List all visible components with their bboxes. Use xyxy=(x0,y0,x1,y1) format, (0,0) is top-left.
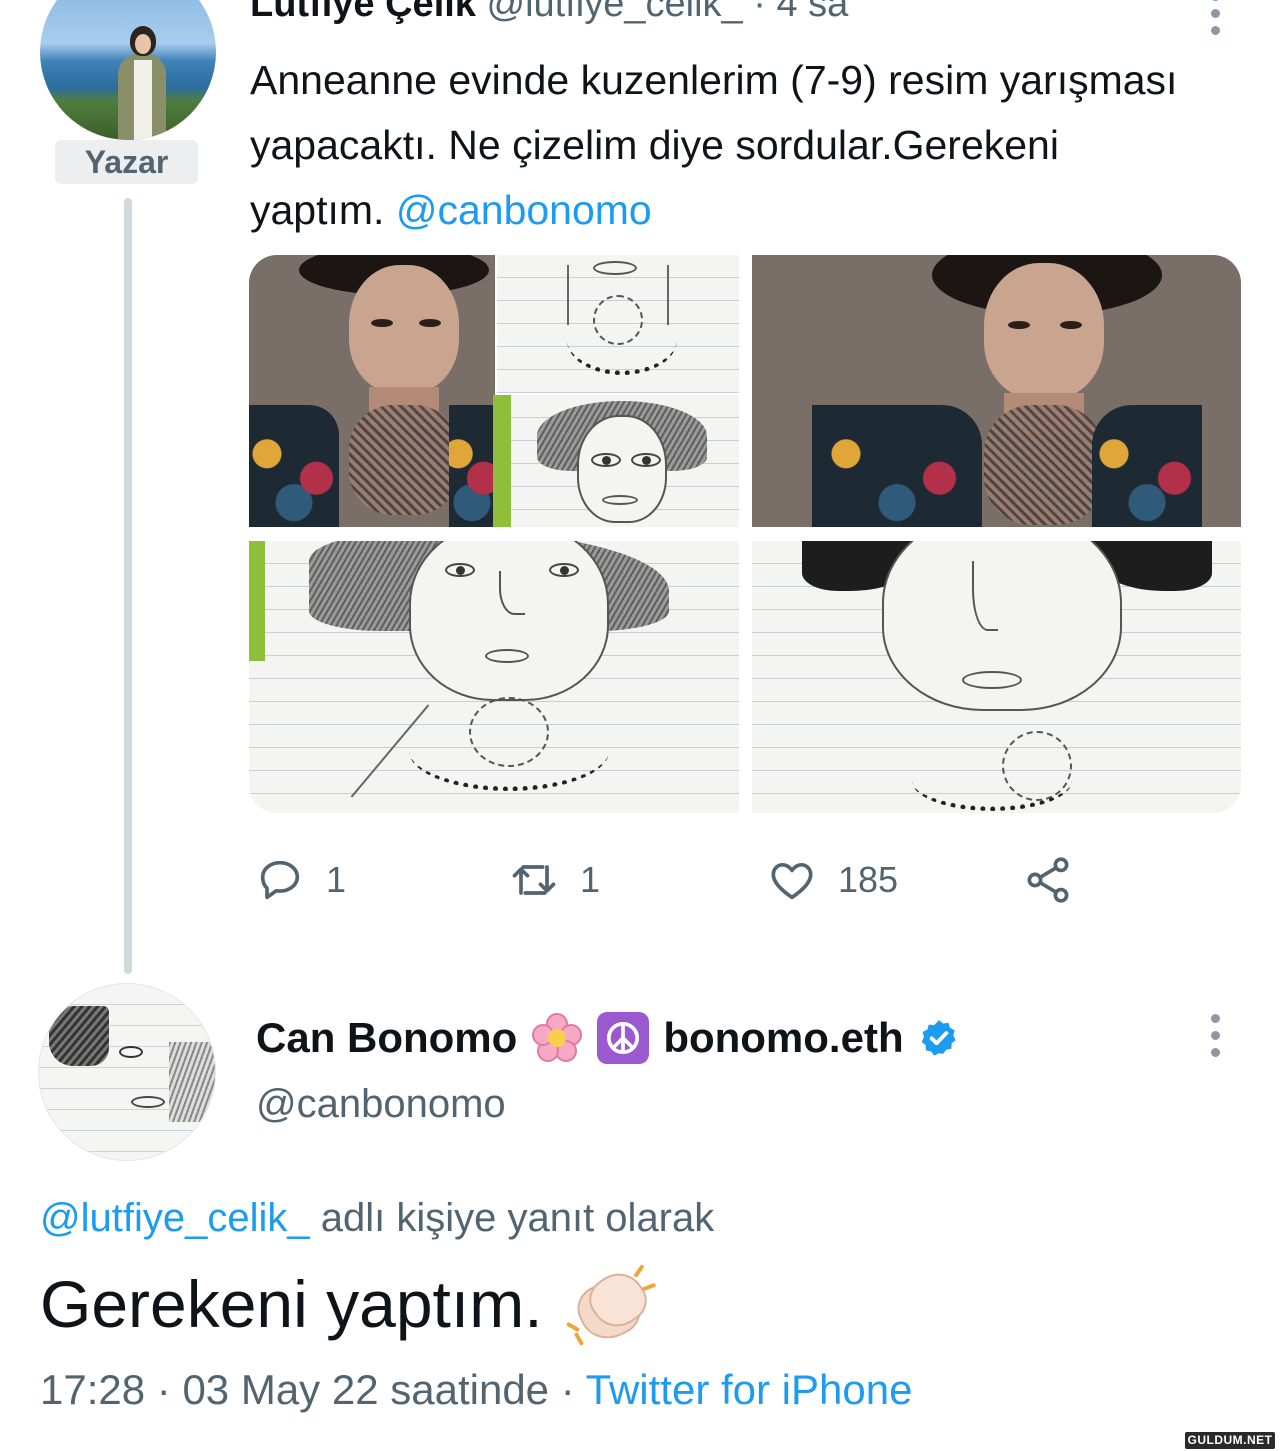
reply-count: 1 xyxy=(326,859,347,900)
like-button[interactable]: 185 xyxy=(766,850,898,910)
tweet-date[interactable]: 03 May 22 saatinde xyxy=(182,1366,549,1413)
reply-tweet-body: Gerekeni yaptım. xyxy=(40,1267,543,1341)
retweet-icon xyxy=(512,865,556,895)
tweet-text: Anneanne evinde kuzenlerim (7-9) resim y… xyxy=(250,48,1190,243)
meta-separator-1: · xyxy=(156,1366,171,1413)
sketch-top xyxy=(497,255,739,393)
tweet-meta: 17:28 · 03 May 22 saatinde · Twitter for… xyxy=(40,1366,912,1414)
like-count: 185 xyxy=(838,859,899,900)
retweet-button[interactable]: 1 xyxy=(508,850,600,910)
reply-tweet-text: Gerekeni yaptım. xyxy=(40,1263,656,1349)
media-image-4[interactable] xyxy=(752,541,1241,813)
site-watermark: GULDUM.NET xyxy=(1185,1432,1275,1449)
replying-to-label: adlı kişiye yanıt olarak xyxy=(320,1196,715,1240)
clapping-hands-icon xyxy=(565,1263,656,1349)
media-image-1[interactable] xyxy=(249,255,739,527)
peace-symbol-icon xyxy=(597,1012,650,1064)
tweet-timestamp[interactable]: 17:28 xyxy=(40,1366,145,1413)
more-options-button[interactable] xyxy=(1208,0,1222,42)
tweet-mention-link[interactable]: @canbonomo xyxy=(396,187,652,233)
author-name[interactable]: Lütfiye Çelik xyxy=(250,0,476,25)
author-avatar[interactable] xyxy=(40,0,216,140)
avatar-figure-shirt xyxy=(134,60,152,140)
verified-badge-icon xyxy=(921,1020,956,1056)
reply-author-handle[interactable]: @canbonomo xyxy=(256,1082,506,1127)
avatar-figure-face xyxy=(135,34,151,54)
reply-display-name: Can Bonomo xyxy=(256,1014,518,1061)
heart-icon xyxy=(771,862,813,900)
author-badge: Yazar xyxy=(55,140,198,184)
media-image-3[interactable] xyxy=(249,541,739,813)
tweet-time[interactable]: 4 sa xyxy=(776,0,848,25)
photo-portrait xyxy=(249,255,495,527)
meta-separator-2: · xyxy=(560,1366,575,1413)
cherry-blossom-icon xyxy=(531,1012,583,1064)
retweet-count: 1 xyxy=(580,859,601,900)
share-icon xyxy=(1027,857,1069,903)
reply-more-options-button[interactable] xyxy=(1208,1014,1222,1064)
share-button[interactable] xyxy=(1022,850,1074,910)
tweet-source-link[interactable]: Twitter for iPhone xyxy=(586,1366,913,1413)
reply-author-avatar[interactable] xyxy=(38,983,216,1161)
tweet-media-grid xyxy=(249,255,1241,813)
replying-to: @lutfiye_celik_ adlı kişiye yanıt olarak xyxy=(40,1196,714,1241)
tweet-action-bar: 1 1 185 xyxy=(0,850,1280,910)
media-image-2[interactable] xyxy=(752,255,1241,527)
tweet-header: Lütfiye Çelik @lutfiye_celik_ · 4 sa xyxy=(250,0,848,28)
more-vertical-icon xyxy=(1210,0,1220,1)
author-handle[interactable]: @lutfiye_celik_ xyxy=(487,0,743,25)
reply-author-name-row[interactable]: Can Bonomo bonomo.eth xyxy=(256,1008,960,1068)
reply-bubble-icon xyxy=(260,860,300,900)
header-separator: · xyxy=(753,0,766,25)
reply-button[interactable]: 1 xyxy=(254,850,346,910)
more-vertical-icon xyxy=(1210,1014,1220,1023)
tweet-text-body: Anneanne evinde kuzenlerim (7-9) resim y… xyxy=(250,57,1178,233)
replying-to-handle-link[interactable]: @lutfiye_celik_ xyxy=(40,1196,310,1240)
reply-name-suffix: bonomo.eth xyxy=(663,1014,904,1061)
sketch-hat xyxy=(497,395,739,527)
